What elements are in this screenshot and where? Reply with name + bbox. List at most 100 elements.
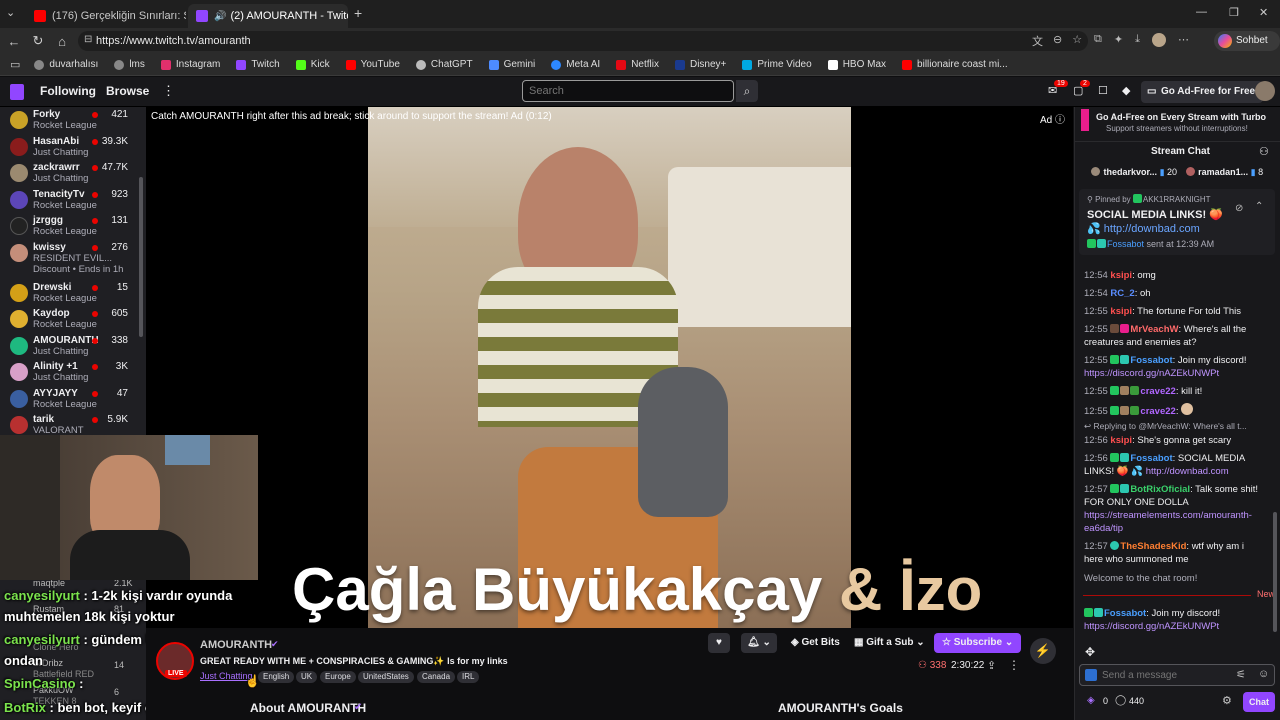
- tag-uk[interactable]: UK: [296, 671, 318, 683]
- chat-scrollbar[interactable]: [1273, 512, 1277, 632]
- sidebar-item-ayyjayy[interactable]: AYYJAYY Rocket League 47: [0, 386, 146, 413]
- sidebar-item-hasanabi[interactable]: HasanAbi Just Chatting 39.3K: [0, 134, 146, 161]
- sidebar-item-forky[interactable]: Forky Rocket League 421: [0, 107, 146, 134]
- sidebar-item-alinity[interactable]: Alinity +1 Just Chatting 3K: [0, 359, 146, 386]
- bits-combo-icon[interactable]: ✥: [1085, 645, 1095, 659]
- channel-points-icon[interactable]: ◈: [1087, 695, 1095, 706]
- crown-icon[interactable]: ◆: [1122, 84, 1130, 97]
- sidebar-item-zackrawrr[interactable]: zackrawrr Just Chatting 47.7K: [0, 160, 146, 187]
- sidebar-item-amouranth[interactable]: AMOURANTH Just Chatting 338: [0, 333, 146, 360]
- sidebar-item-tenacitytv[interactable]: TenacityTv Rocket League 923: [0, 187, 146, 214]
- bookmark-prime-video[interactable]: Prime Video: [742, 59, 812, 70]
- pinned-link[interactable]: http://downbad.com: [1104, 223, 1200, 235]
- extensions-icon[interactable]: ⧉: [1094, 33, 1102, 47]
- collapse-icon[interactable]: ⌃: [1255, 201, 1263, 212]
- bookmark-kick[interactable]: Kick: [295, 59, 330, 70]
- video-player[interactable]: Catch AMOURANTH right after this ad brea…: [146, 107, 1073, 628]
- profile-avatar[interactable]: [1151, 33, 1166, 47]
- bookmark-chatgpt[interactable]: ChatGPT: [415, 59, 473, 70]
- site-info-icon[interactable]: ⊟: [84, 34, 92, 45]
- emote-picker-icon[interactable]: ☺: [1258, 668, 1269, 680]
- copilot-button[interactable]: Sohbet et: [1214, 31, 1280, 66]
- chat-input[interactable]: [1102, 667, 1232, 683]
- home-icon[interactable]: ⌂: [50, 34, 74, 49]
- tag-unitedstates[interactable]: UnitedStates: [358, 671, 414, 683]
- get-bits-button[interactable]: ◈ Get Bits: [783, 633, 848, 653]
- new-tab-button[interactable]: +: [354, 5, 362, 21]
- following-link[interactable]: Following: [40, 84, 96, 98]
- speaker-icon[interactable]: 🔊: [214, 11, 226, 22]
- tag-english[interactable]: English: [258, 671, 295, 683]
- translate-icon[interactable]: 文: [1032, 33, 1043, 49]
- share-icon[interactable]: ⇪: [987, 659, 996, 672]
- pinned-message[interactable]: ⚲ Pinned by AKK1RRAKNIGHT SOCIAL MEDIA L…: [1079, 189, 1275, 255]
- more-menu-icon[interactable]: ⋮: [162, 83, 175, 99]
- tab-twitch[interactable]: 🔊 (2) AMOURANTH - Twitch ✕: [188, 4, 348, 28]
- chat-commands-icon[interactable]: ⚟: [1236, 668, 1246, 681]
- bookmark-youtube[interactable]: YouTube: [345, 59, 400, 70]
- favorites-icon[interactable]: ✦: [1114, 33, 1123, 47]
- download-icon[interactable]: ⤓: [1135, 33, 1140, 47]
- chat-link[interactable]: https://discord.gg/nAZEkUNWPt: [1084, 621, 1219, 632]
- info-icon[interactable]: ⓘ: [1055, 115, 1065, 126]
- channel-name[interactable]: AMOURANTH: [200, 639, 272, 651]
- bits-icon[interactable]: ◯: [1115, 695, 1126, 706]
- search-icon[interactable]: ⌕: [736, 80, 758, 102]
- twitch-logo-icon[interactable]: [10, 84, 24, 100]
- chat-link[interactable]: http://downbad.com: [1146, 466, 1229, 477]
- sidebar-item-jzrggg[interactable]: jzrggg Rocket League 131: [0, 213, 146, 240]
- maximize-button[interactable]: ❐: [1229, 6, 1239, 19]
- chat-link[interactable]: https://discord.gg/nAZEkUNWPt: [1084, 368, 1219, 379]
- notification-bell-button[interactable]: 🔔︎ ⌄: [741, 633, 777, 653]
- bookmark-gemini[interactable]: Gemini: [488, 59, 535, 70]
- browse-link[interactable]: Browse: [106, 84, 149, 98]
- community-icon[interactable]: ⚇: [1259, 145, 1269, 158]
- tab-list-icon[interactable]: ⌄: [6, 6, 15, 19]
- bookmark-twitch[interactable]: Twitch: [236, 59, 280, 70]
- user-avatar[interactable]: [1255, 81, 1275, 101]
- tag-irl[interactable]: IRL: [457, 671, 480, 683]
- ad-label[interactable]: Ad ⓘ: [1040, 111, 1065, 126]
- bookmark-hbo-max[interactable]: HBO Max: [827, 59, 886, 70]
- bookmark-lms[interactable]: lms: [114, 59, 145, 70]
- tag-europe[interactable]: Europe: [320, 671, 356, 683]
- avatar: [1185, 167, 1195, 176]
- window-close-button[interactable]: ✕: [1259, 6, 1268, 19]
- inbox-icon[interactable]: ☐: [1098, 84, 1108, 97]
- tag-canada[interactable]: Canada: [417, 671, 456, 683]
- refresh-icon[interactable]: ↻: [26, 33, 50, 49]
- sidebar-item-kaydop[interactable]: Kaydop Rocket League 605: [0, 306, 146, 333]
- bookmark-netflix[interactable]: Netflix: [616, 59, 659, 70]
- sidebar-item-tarik[interactable]: tarik VALORANT 5.9K: [0, 412, 146, 435]
- chat-identity-badge[interactable]: [1085, 669, 1097, 681]
- hype-train-icon[interactable]: ⚡: [1030, 638, 1056, 664]
- sidebar-item-kwissy[interactable]: kwissy RESIDENT EVIL... Discount • Ends in…: [0, 240, 146, 280]
- collections-icon[interactable]: ▭: [10, 58, 20, 71]
- bookmark-instagram[interactable]: Instagram: [160, 59, 220, 70]
- tab-youtube[interactable]: (176) Gerçekliğin Sınırları: Simülas ✕: [26, 4, 186, 28]
- sidebar-scrollbar[interactable]: [139, 177, 143, 337]
- reply-reference[interactable]: ↩ Replying to @MrVeachW: Where's all t..…: [1084, 420, 1264, 433]
- more-options-icon[interactable]: ⋮: [1008, 658, 1020, 672]
- subscribe-button[interactable]: ☆ Subscribe ⌄: [934, 633, 1022, 653]
- bookmark-meta-ai[interactable]: Meta AI: [551, 59, 600, 70]
- gift-sub-button[interactable]: ▦ Gift a Sub ⌄: [848, 633, 931, 653]
- hide-pin-icon[interactable]: ⊘: [1235, 203, 1243, 214]
- chat-send-button[interactable]: Chat: [1243, 692, 1275, 712]
- bookmark-billionaire[interactable]: billionaire coast mi...: [902, 59, 1008, 70]
- search-input[interactable]: [522, 80, 734, 102]
- turbo-promo[interactable]: Go Ad-Free on Every Stream with Turbo Su…: [1081, 109, 1277, 137]
- bookmark-duvarhalisi[interactable]: duvarhalısı: [34, 59, 98, 70]
- sidebar-item-drewski[interactable]: Drewski Rocket League 15: [0, 280, 146, 307]
- go-ad-free-button[interactable]: ▭ Go Ad-Free for Free: [1141, 81, 1264, 103]
- chat-link[interactable]: https://streamelements.com/amouranth-ea6…: [1084, 510, 1252, 534]
- follow-heart-button[interactable]: ♥: [708, 633, 730, 653]
- minimize-button[interactable]: —: [1196, 6, 1207, 18]
- chat-settings-icon[interactable]: ⚙: [1222, 694, 1232, 707]
- zoom-icon[interactable]: ⊖: [1053, 33, 1062, 49]
- back-icon[interactable]: ←: [2, 34, 26, 49]
- more-icon[interactable]: ⋯: [1178, 33, 1189, 47]
- bookmark-disney[interactable]: Disney+: [674, 59, 726, 70]
- address-bar[interactable]: https://www.twitch.tv/amouranth: [78, 31, 1088, 51]
- favorite-star-icon[interactable]: ☆: [1072, 33, 1082, 49]
